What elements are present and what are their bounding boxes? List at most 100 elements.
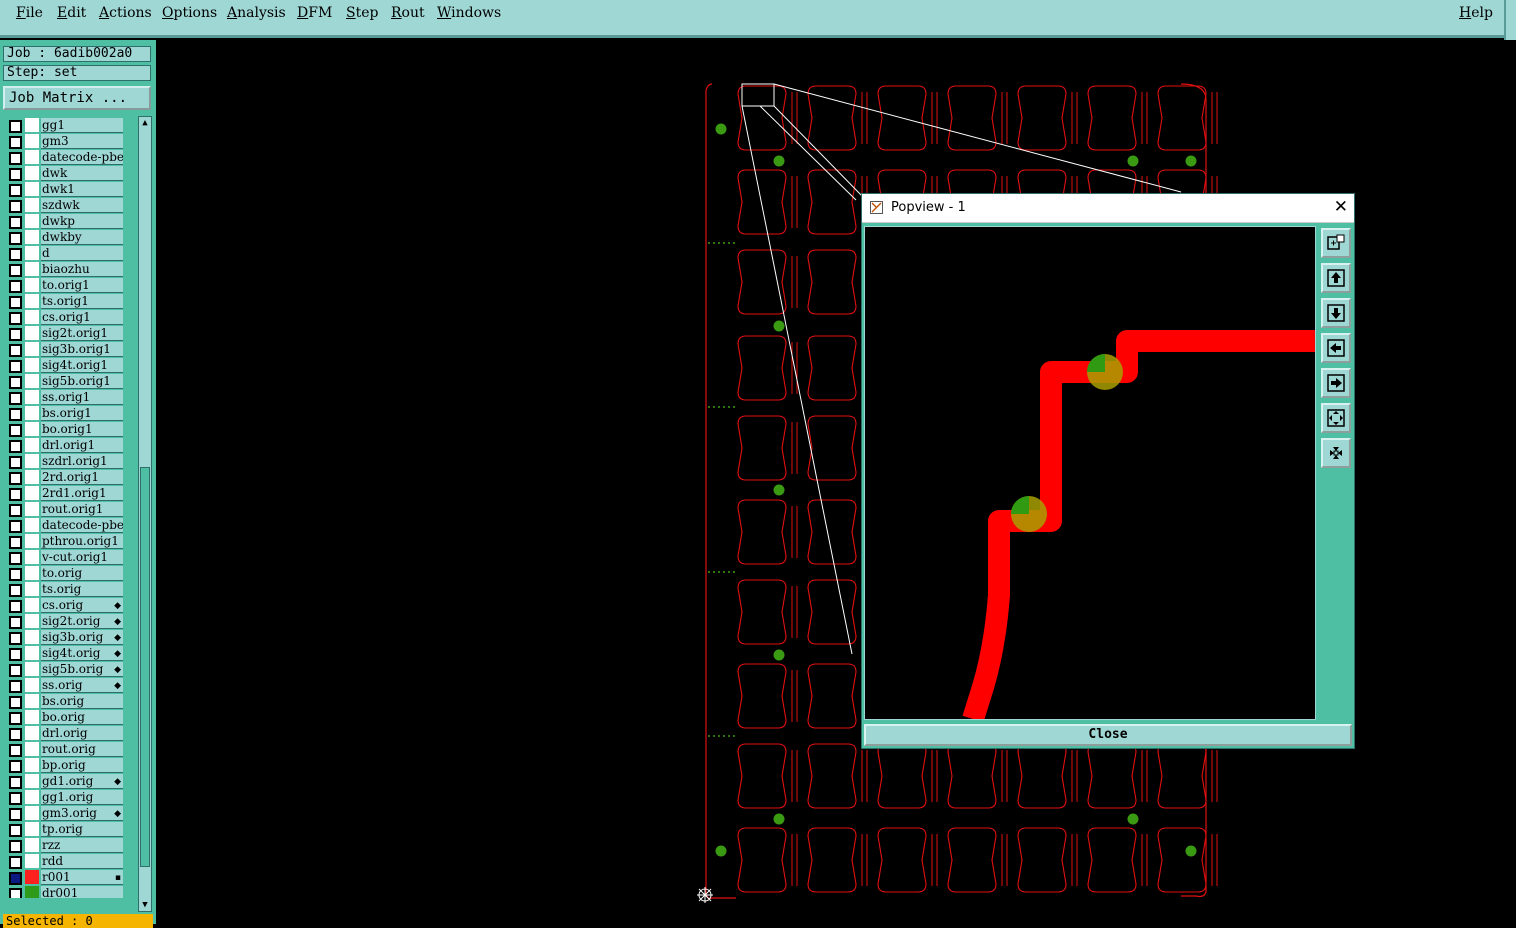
layer-checkbox[interactable] — [9, 168, 22, 181]
menu-rout[interactable]: Rout — [391, 5, 425, 21]
layer-color-swatch[interactable] — [25, 374, 39, 388]
layer-name[interactable]: 2rd1.orig1 — [41, 486, 123, 501]
layer-checkbox[interactable] — [9, 824, 22, 837]
layer-name[interactable]: 2rd.orig1 — [41, 470, 123, 485]
layer-row[interactable]: dwk — [6, 166, 124, 181]
layer-row[interactable]: to.orig1 — [6, 278, 124, 293]
layer-row[interactable]: biaozhu — [6, 262, 124, 277]
menu-analysis[interactable]: Analysis — [227, 5, 286, 21]
pan-down-button[interactable] — [1321, 298, 1351, 328]
layer-checkbox[interactable] — [9, 152, 22, 165]
layer-checkbox[interactable] — [9, 792, 22, 805]
layer-checkbox[interactable] — [9, 840, 22, 853]
layer-name[interactable]: bs.orig1 — [41, 406, 123, 421]
layer-color-swatch[interactable] — [25, 566, 39, 580]
layer-row[interactable]: gm3.orig ◆ — [6, 806, 124, 821]
layer-name[interactable]: sig2t.orig ◆ — [41, 614, 123, 629]
layer-name[interactable]: ts.orig — [41, 582, 123, 597]
layer-color-swatch[interactable] — [25, 310, 39, 324]
layer-row[interactable]: dwkp — [6, 214, 124, 229]
layer-checkbox[interactable] — [9, 280, 22, 293]
pan-up-button[interactable] — [1321, 263, 1351, 293]
layer-color-swatch[interactable] — [25, 422, 39, 436]
layer-checkbox[interactable] — [9, 216, 22, 229]
layer-checkbox[interactable] — [9, 344, 22, 357]
layer-color-swatch[interactable] — [25, 614, 39, 628]
layer-row[interactable]: cs.orig1 — [6, 310, 124, 325]
layer-checkbox[interactable] — [9, 568, 22, 581]
layer-checkbox[interactable] — [9, 472, 22, 485]
layer-name[interactable]: bp.orig — [41, 758, 123, 773]
layer-checkbox[interactable] — [9, 632, 22, 645]
layer-checkbox[interactable] — [9, 520, 22, 533]
layer-name[interactable]: d — [41, 246, 123, 261]
layer-row[interactable]: sig3b.orig1 — [6, 342, 124, 357]
layer-name[interactable]: sig4t.orig ◆ — [41, 646, 123, 661]
layer-color-swatch[interactable] — [25, 486, 39, 500]
layer-checkbox[interactable] — [9, 696, 22, 709]
layer-row[interactable]: ts.orig — [6, 582, 124, 597]
layer-name[interactable]: gd1.orig ◆ — [41, 774, 123, 789]
layer-name[interactable]: to.orig — [41, 566, 123, 581]
layer-color-swatch[interactable] — [25, 550, 39, 564]
layer-checkbox[interactable] — [9, 456, 22, 469]
layer-color-swatch[interactable] — [25, 598, 39, 612]
layer-row[interactable]: rdd — [6, 854, 124, 869]
layer-name[interactable]: dwk — [41, 166, 123, 181]
layer-color-swatch[interactable] — [25, 198, 39, 212]
layer-checkbox[interactable] — [9, 888, 22, 898]
layer-name[interactable]: v-cut.orig1 — [41, 550, 123, 565]
layer-name[interactable]: szdrl.orig1 — [41, 454, 123, 469]
layer-checkbox[interactable] — [9, 184, 22, 197]
layer-color-swatch[interactable] — [25, 710, 39, 724]
layer-color-swatch[interactable] — [25, 774, 39, 788]
layer-color-swatch[interactable] — [25, 678, 39, 692]
layer-name[interactable]: r001 ▪ — [41, 870, 123, 885]
layer-name[interactable]: bo.orig1 — [41, 422, 123, 437]
layer-name[interactable]: to.orig1 — [41, 278, 123, 293]
layer-color-swatch[interactable] — [25, 326, 39, 340]
scroll-thumb[interactable] — [140, 467, 150, 867]
layer-row[interactable]: sig4t.orig1 — [6, 358, 124, 373]
layer-row[interactable]: sig5b.orig1 — [6, 374, 124, 389]
layer-color-swatch[interactable] — [25, 118, 39, 132]
layer-name[interactable]: ss.orig1 — [41, 390, 123, 405]
layer-row[interactable]: gm3 — [6, 134, 124, 149]
layer-checkbox[interactable] — [9, 296, 22, 309]
layer-color-swatch[interactable] — [25, 502, 39, 516]
layer-row[interactable]: v-cut.orig1 — [6, 550, 124, 565]
layer-name[interactable]: dwk1 — [41, 182, 123, 197]
layer-row[interactable]: rzz — [6, 838, 124, 853]
layer-color-swatch[interactable] — [25, 294, 39, 308]
layer-checkbox[interactable] — [9, 536, 22, 549]
layer-color-swatch[interactable] — [25, 438, 39, 452]
layer-color-swatch[interactable] — [25, 694, 39, 708]
layer-color-swatch[interactable] — [25, 230, 39, 244]
layer-row[interactable]: bo.orig1 — [6, 422, 124, 437]
layer-row[interactable]: to.orig — [6, 566, 124, 581]
layer-name[interactable]: datecode-pbe — [41, 150, 123, 165]
layer-checkbox[interactable] — [9, 440, 22, 453]
menu-options[interactable]: Options — [162, 5, 217, 21]
layer-color-swatch[interactable] — [25, 646, 39, 660]
layer-color-swatch[interactable] — [25, 662, 39, 676]
layer-checkbox[interactable] — [9, 264, 22, 277]
layer-name[interactable]: sig5b.orig ◆ — [41, 662, 123, 677]
layer-row[interactable]: dr001 — [6, 886, 124, 898]
layer-row[interactable]: sig2t.orig1 — [6, 326, 124, 341]
layer-name[interactable]: drl.orig — [41, 726, 123, 741]
layer-checkbox[interactable] — [9, 376, 22, 389]
layer-name[interactable]: biaozhu — [41, 262, 123, 277]
layer-color-swatch[interactable] — [25, 150, 39, 164]
layer-color-swatch[interactable] — [25, 582, 39, 596]
layer-row[interactable]: dwkby — [6, 230, 124, 245]
layer-name[interactable]: pthrou.orig1 — [41, 534, 123, 549]
layer-color-swatch[interactable] — [25, 214, 39, 228]
menu-help[interactable]: Help — [1459, 5, 1493, 21]
scroll-down-icon[interactable]: ▼ — [139, 899, 151, 911]
layer-checkbox[interactable] — [9, 744, 22, 757]
layer-row[interactable]: rout.orig1 — [6, 502, 124, 517]
layer-row[interactable]: sig5b.orig ◆ — [6, 662, 124, 677]
layer-name[interactable]: gm3 — [41, 134, 123, 149]
layer-name[interactable]: tp.orig — [41, 822, 123, 837]
